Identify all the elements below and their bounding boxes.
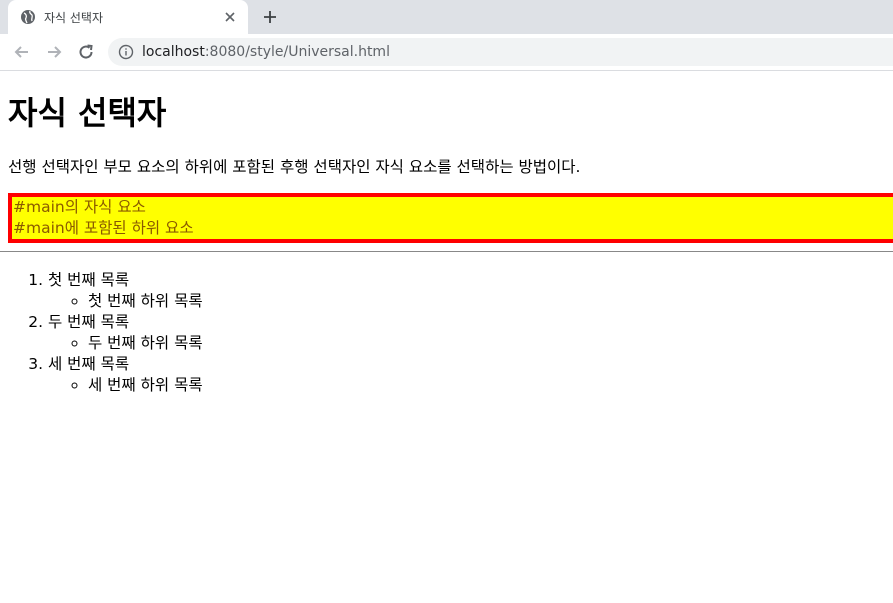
- url-path: :8080/style/Universal.html: [204, 44, 390, 60]
- page-title: 자식 선택자: [8, 94, 167, 132]
- list-item: 두 번째 목록 두 번째 하위 목록: [48, 312, 885, 354]
- sub-list-item: 두 번째 하위 목록: [88, 333, 885, 354]
- main-box: #main의 자식 요소 #main에 포함된 하위 요소: [8, 193, 893, 243]
- sub-list: 두 번째 하위 목록: [48, 333, 885, 354]
- arrow-left-icon: [14, 46, 28, 58]
- reload-button[interactable]: [74, 40, 98, 64]
- browser-toolbar: localhost:8080/style/Universal.html: [0, 34, 893, 71]
- sub-list: 세 번째 하위 목록: [48, 375, 885, 396]
- list-item: 세 번째 목록 세 번째 하위 목록: [48, 354, 885, 396]
- intro-paragraph: 선행 선택자인 부모 요소의 하위에 포함된 후행 선택자인 자식 요소를 선택…: [8, 158, 581, 176]
- list-item-label: 세 번째 목록: [48, 355, 130, 373]
- sub-list-item: 첫 번째 하위 목록: [88, 291, 885, 312]
- url-text: localhost:8080/style/Universal.html: [142, 44, 390, 60]
- tab-title: 자식 선택자: [44, 10, 104, 25]
- url-host: localhost: [142, 44, 205, 60]
- arrow-right-icon: [48, 46, 62, 58]
- plus-icon: [264, 11, 276, 23]
- forward-button[interactable]: [42, 40, 66, 64]
- address-bar[interactable]: localhost:8080/style/Universal.html: [108, 38, 893, 66]
- page-content: 자식 선택자 선행 선택자인 부모 요소의 하위에 포함된 후행 선택자인 자식…: [0, 93, 893, 396]
- close-icon[interactable]: [222, 9, 238, 25]
- info-icon[interactable]: [118, 44, 134, 60]
- list-item-label: 두 번째 목록: [48, 313, 130, 331]
- back-button[interactable]: [10, 40, 34, 64]
- sub-list: 첫 번째 하위 목록: [48, 291, 885, 312]
- globe-icon: [20, 9, 36, 25]
- horizontal-rule: [0, 251, 893, 252]
- list-item: 첫 번째 목록 첫 번째 하위 목록: [48, 270, 885, 312]
- list-item-label: 첫 번째 목록: [48, 271, 130, 289]
- box-line: #main에 포함된 하위 요소: [13, 219, 194, 237]
- reload-icon: [79, 44, 93, 59]
- box-line: #main의 자식 요소: [13, 198, 146, 216]
- sub-list-item: 세 번째 하위 목록: [88, 375, 885, 396]
- new-tab-button[interactable]: [258, 6, 282, 28]
- tab-strip: 자식 선택자: [0, 0, 893, 34]
- ordered-list: 첫 번째 목록 첫 번째 하위 목록 두 번째 목록 두 번째 하위 목록 세 …: [8, 270, 885, 396]
- browser-tab[interactable]: 자식 선택자: [8, 0, 248, 34]
